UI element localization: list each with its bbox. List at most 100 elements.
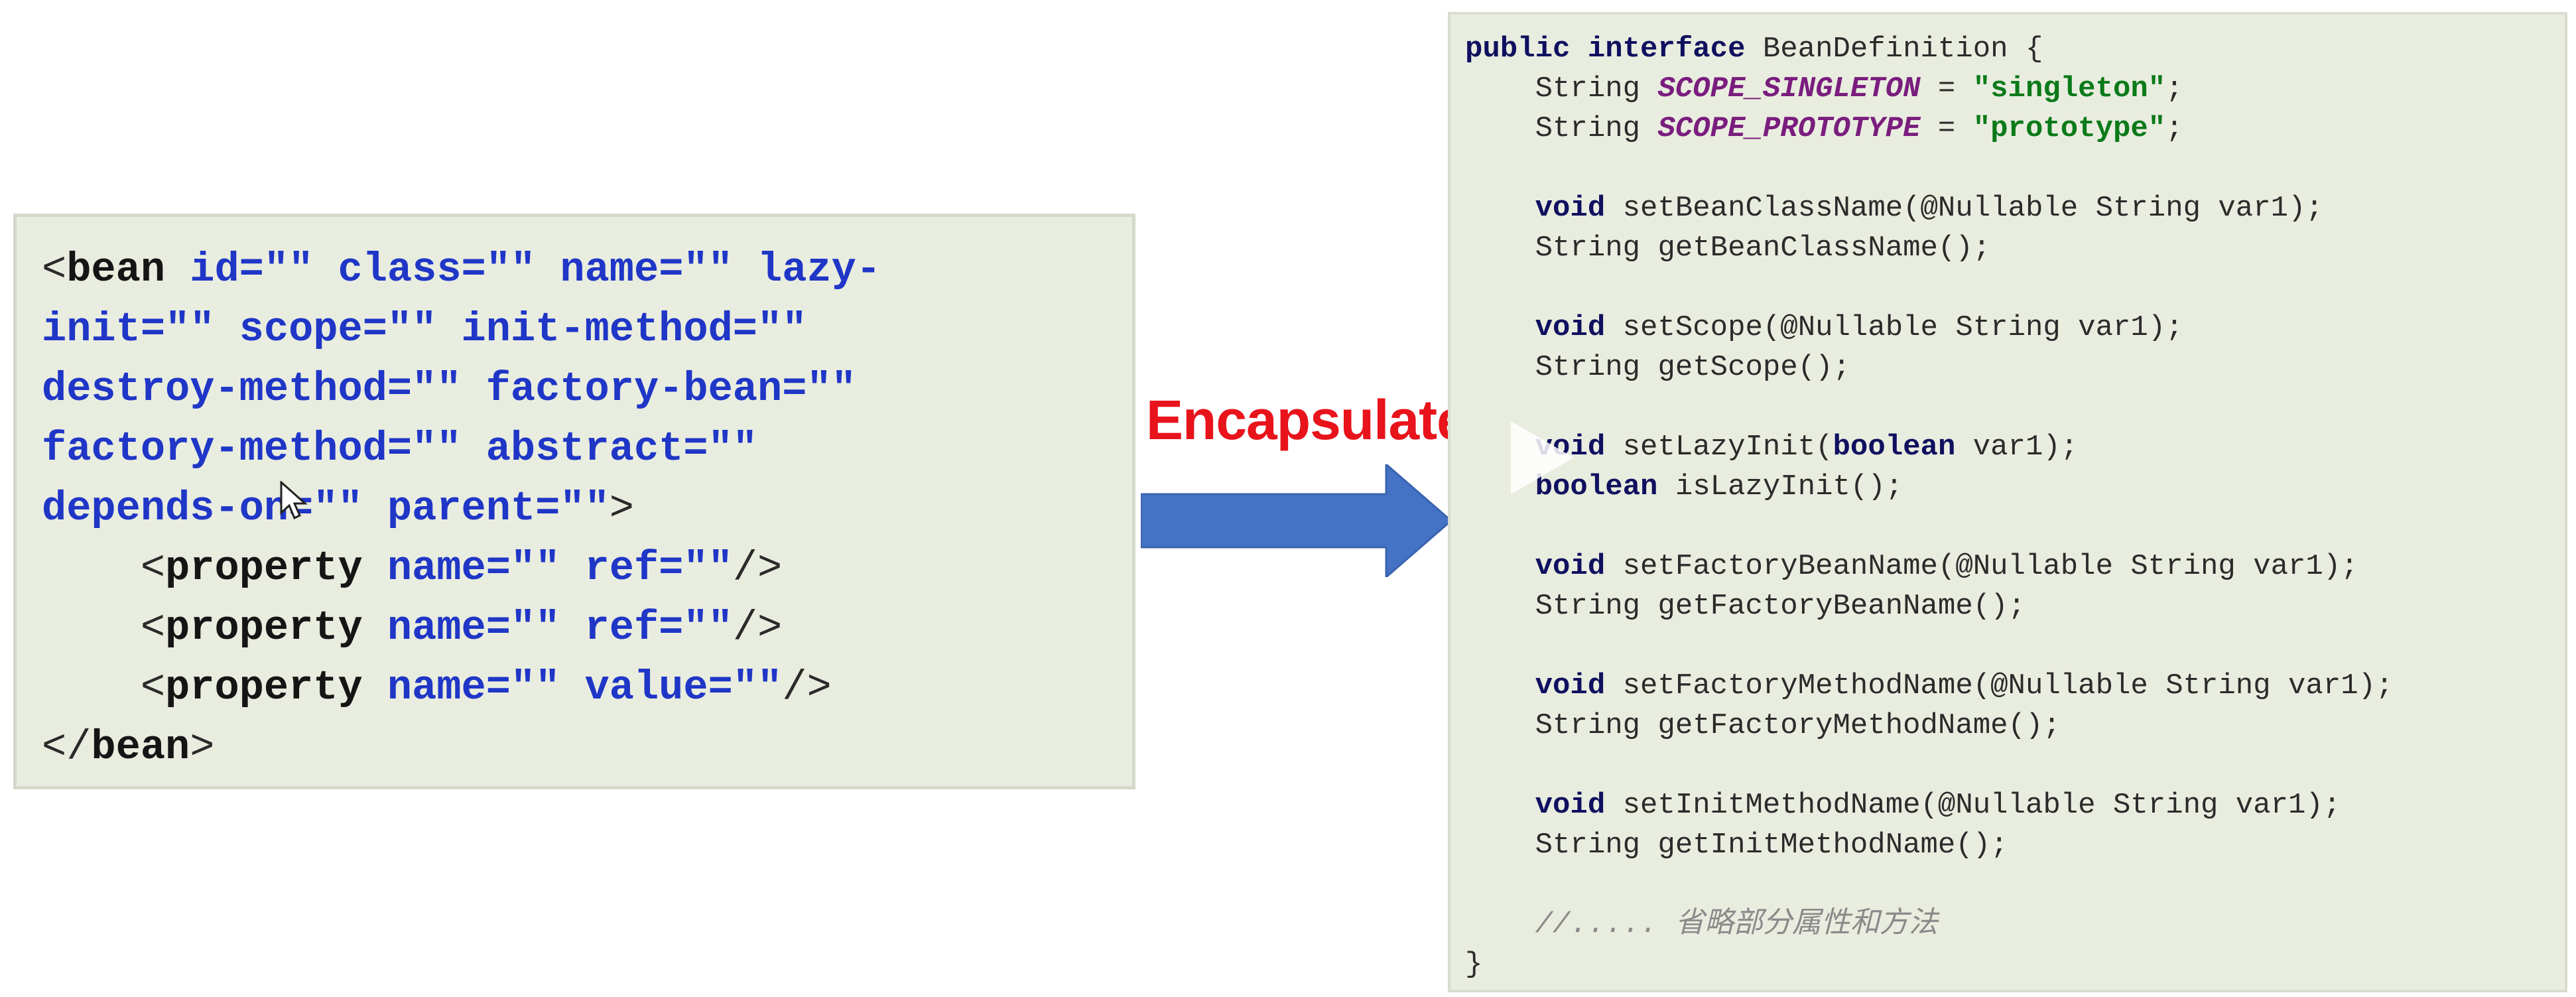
xml-token: name= <box>362 664 511 711</box>
xml-token: "" <box>806 366 856 413</box>
java-line: boolean isLazyInit(); <box>1465 467 2393 507</box>
java-token: void <box>1535 669 1606 702</box>
xml-line: depends-on="" parent=""> <box>42 479 881 539</box>
mouse-cursor-icon <box>280 481 308 520</box>
java-token <box>1465 311 1535 344</box>
java-line <box>1465 865 2393 905</box>
java-line: String SCOPE_SINGLETON = "singleton"; <box>1465 69 2393 109</box>
java-token: setFactoryMethodName(@Nullable String va… <box>1605 669 2394 702</box>
xml-token: "" <box>485 246 536 293</box>
xml-token: init-method= <box>436 306 758 353</box>
xml-line: <property name="" ref=""/> <box>42 598 881 658</box>
xml-token: < <box>42 604 166 651</box>
java-token: String <box>1465 112 1658 145</box>
java-token: setFactoryBeanName(@Nullable String var1… <box>1605 550 2358 583</box>
xml-token: name= <box>362 545 511 592</box>
xml-token: "" <box>708 425 757 472</box>
java-line: void setScope(@Nullable String var1); <box>1465 308 2393 348</box>
java-line: public interface BeanDefinition { <box>1465 29 2393 69</box>
xml-line: <property name="" ref=""/> <box>42 539 881 598</box>
java-bean-definition-panel: public interface BeanDefinition { String… <box>1448 12 2567 992</box>
xml-token: </ <box>42 724 92 771</box>
java-token <box>1465 192 1535 225</box>
encapsulate-label: Encapsulate <box>1146 389 1468 451</box>
java-line: } <box>1465 945 2393 984</box>
java-line <box>1465 149 2393 188</box>
xml-token: property <box>165 604 363 651</box>
java-line: String getInitMethodName(); <box>1465 825 2393 865</box>
xml-line: <property name="" value=""/> <box>42 658 881 718</box>
java-token: setScope(@Nullable String var1); <box>1605 311 2183 344</box>
right-arrow-icon <box>1141 464 1452 577</box>
xml-token: "" <box>757 306 807 353</box>
xml-line: </bean> <box>42 718 881 777</box>
xml-token: > <box>609 485 634 532</box>
xml-token: "" <box>510 545 560 592</box>
xml-bean-code: <bean id="" class="" name="" lazy-init= "… <box>42 240 881 777</box>
xml-token: "" <box>683 604 733 651</box>
xml-token: > <box>190 724 215 771</box>
xml-token: "" <box>263 246 314 293</box>
xml-token: < <box>42 545 166 592</box>
java-line <box>1465 626 2393 666</box>
java-token: String getInitMethodName(); <box>1465 829 2008 862</box>
xml-token: "" <box>560 485 610 532</box>
xml-token: ref= <box>560 604 684 651</box>
java-token: setInitMethodName(@Nullable String var1)… <box>1605 789 2341 822</box>
java-token: = <box>1920 72 1973 105</box>
java-line: //..... 省略部分属性和方法 <box>1465 905 2393 945</box>
xml-line: destroy-method="" factory-bean="" <box>42 360 881 419</box>
java-token: String getScope(); <box>1465 351 1850 384</box>
xml-bean-config-panel: <bean id="" class="" name="" lazy-init= "… <box>13 214 1135 789</box>
java-token: void <box>1535 550 1606 583</box>
xml-token: < <box>42 664 166 711</box>
java-token: void <box>1535 192 1606 225</box>
java-token: boolean <box>1833 431 1956 464</box>
java-line: void setBeanClassName(@Nullable String v… <box>1465 188 2393 228</box>
java-line: void setInitMethodName(@Nullable String … <box>1465 785 2393 825</box>
xml-token: /> <box>732 604 783 651</box>
xml-token: "" <box>510 664 560 711</box>
xml-token: /> <box>782 664 832 711</box>
java-line: String SCOPE_PROTOTYPE = "prototype"; <box>1465 109 2393 149</box>
java-line: void setFactoryBeanName(@Nullable String… <box>1465 547 2393 586</box>
xml-token: factory-bean= <box>461 366 807 413</box>
xml-token: factory-method= <box>42 425 413 472</box>
java-token: SCOPE_PROTOTYPE <box>1657 112 1921 145</box>
xml-token: lazy- <box>732 246 881 293</box>
xml-token: < <box>42 246 67 293</box>
java-token <box>1465 789 1535 822</box>
java-token: setBeanClassName(@Nullable String var1); <box>1605 192 2323 225</box>
xml-line: <bean id="" class="" name="" lazy- <box>42 240 881 300</box>
java-token: public interface <box>1465 33 1746 66</box>
xml-token: abstract= <box>461 425 708 472</box>
java-interface-code: public interface BeanDefinition { String… <box>1465 29 2393 984</box>
java-token: var1); <box>1955 431 2079 464</box>
java-token: String <box>1465 72 1658 105</box>
java-token: } <box>1465 948 1483 981</box>
xml-token: name= <box>535 246 684 293</box>
java-token: String getBeanClassName(); <box>1465 232 1991 265</box>
java-token: BeanDefinition { <box>1745 33 2043 66</box>
java-line: String getFactoryBeanName(); <box>1465 586 2393 626</box>
java-token: "singleton" <box>1972 72 2166 105</box>
java-token: void <box>1535 311 1606 344</box>
xml-token: property <box>165 545 363 592</box>
xml-token: bean <box>91 724 190 771</box>
java-line: String getFactoryMethodName(); <box>1465 706 2393 746</box>
xml-token: class= <box>313 246 486 293</box>
xml-token: "" <box>412 425 462 472</box>
java-token <box>1465 669 1535 702</box>
java-line: void setLazyInit(boolean var1); <box>1465 427 2393 467</box>
java-token: //..... 省略部分属性和方法 <box>1465 908 1938 941</box>
xml-token: name= <box>362 604 511 651</box>
xml-line: factory-method="" abstract="" <box>42 419 881 479</box>
xml-token: init= <box>42 306 166 353</box>
java-token: String getFactoryBeanName(); <box>1465 590 2026 623</box>
java-line: void setFactoryMethodName(@Nullable Stri… <box>1465 666 2394 706</box>
play-icon[interactable] <box>1504 418 1577 498</box>
java-token: String getFactoryMethodName(); <box>1465 709 2061 742</box>
xml-token: "" <box>412 366 462 413</box>
xml-token: value= <box>560 664 733 711</box>
java-line <box>1465 387 2393 427</box>
